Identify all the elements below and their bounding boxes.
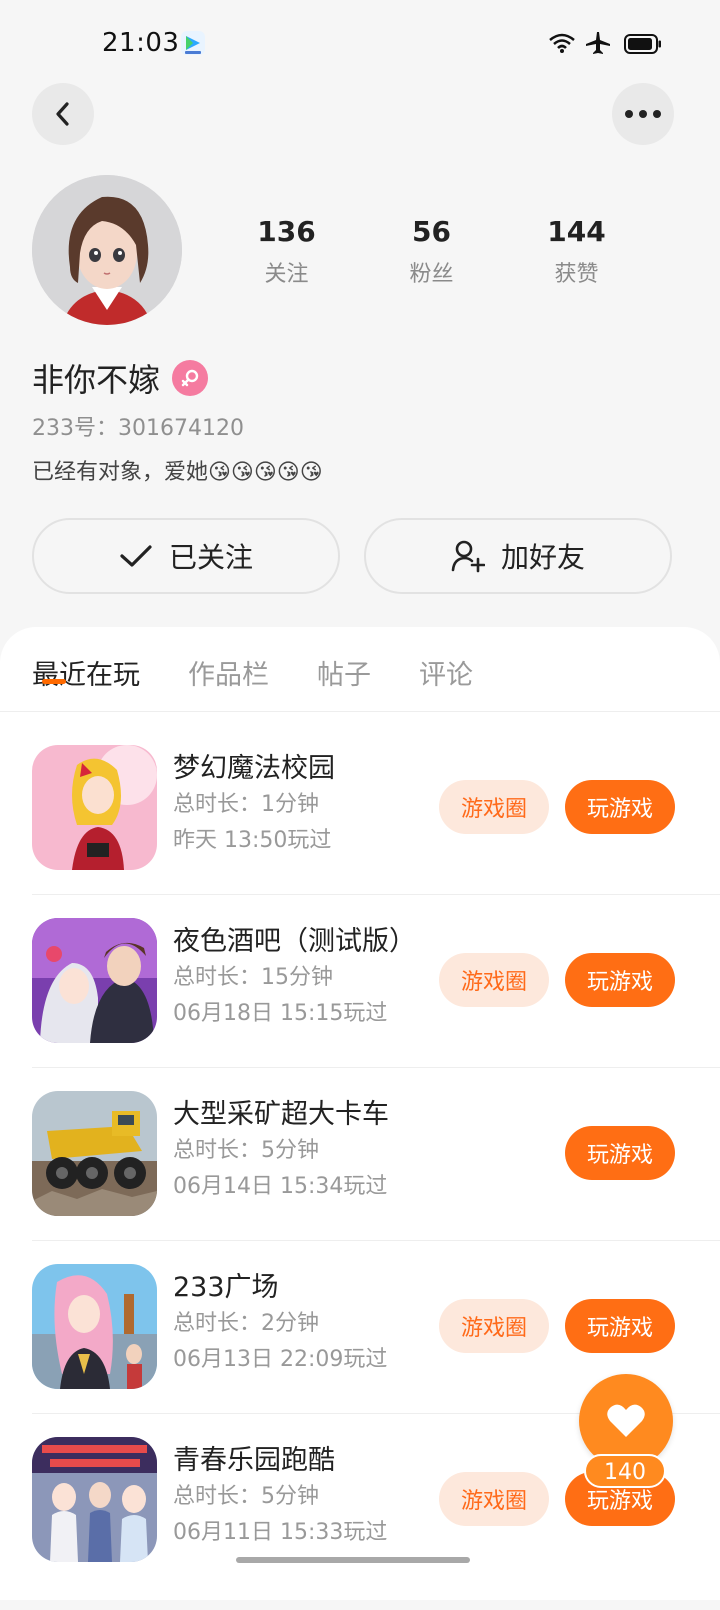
list-item[interactable]: 梦幻魔法校园 总时长：1分钟 昨天 13:50玩过 游戏圈 玩游戏 bbox=[0, 745, 720, 918]
profile-stats: 136 关注 56 粉丝 144 获赞 bbox=[214, 214, 654, 288]
game-last-played: 06月14日 15:34玩过 bbox=[173, 1174, 388, 1199]
status-time: 21:03 bbox=[102, 28, 180, 58]
play-game-button[interactable]: 玩游戏 bbox=[565, 1299, 675, 1353]
stat-value: 56 bbox=[412, 215, 451, 248]
chevron-left-icon bbox=[56, 102, 69, 126]
game-last-played: 昨天 13:50玩过 bbox=[173, 828, 332, 853]
game-duration: 总时长：2分钟 bbox=[173, 1311, 319, 1336]
user-id: 233号：301674120 bbox=[32, 416, 244, 441]
add-friend-button-label: 加好友 bbox=[500, 541, 585, 574]
stat-following[interactable]: 136 关注 bbox=[214, 214, 359, 288]
tab-posts[interactable]: 帖子 bbox=[317, 653, 371, 692]
divider bbox=[32, 894, 720, 895]
game-icon bbox=[32, 1437, 157, 1562]
game-duration: 总时长：5分钟 bbox=[173, 1138, 319, 1163]
avatar-image bbox=[32, 175, 182, 325]
user-bio: 已经有对象，爱她😘😘😘😘😘 bbox=[32, 460, 323, 485]
game-duration: 总时长：15分钟 bbox=[173, 965, 333, 990]
tab-comments[interactable]: 评论 bbox=[419, 653, 473, 692]
heart-icon bbox=[607, 1404, 645, 1437]
more-dots-icon bbox=[625, 110, 661, 118]
game-title: 夜色酒吧（测试版） bbox=[173, 926, 416, 957]
game-title: 大型采矿超大卡车 bbox=[173, 1099, 389, 1130]
username: 非你不嫁 bbox=[32, 361, 161, 399]
play-game-button[interactable]: 玩游戏 bbox=[565, 1126, 675, 1180]
divider bbox=[32, 1067, 720, 1068]
game-info: 大型采矿超大卡车 总时长：5分钟 06月14日 15:34玩过 bbox=[173, 1097, 389, 1205]
battery-icon bbox=[624, 34, 661, 54]
divider bbox=[32, 1240, 720, 1241]
checkmark-icon bbox=[120, 545, 152, 567]
game-info: 梦幻魔法校园 总时长：1分钟 昨天 13:50玩过 bbox=[173, 751, 335, 859]
profile-tabs: 最近在玩 作品栏 帖子 评论 bbox=[32, 653, 521, 692]
play-game-button[interactable]: 玩游戏 bbox=[565, 953, 675, 1007]
game-circle-button[interactable]: 游戏圈 bbox=[439, 1472, 549, 1526]
add-friend-button[interactable]: 加好友 bbox=[364, 518, 672, 594]
list-item[interactable]: 大型采矿超大卡车 总时长：5分钟 06月14日 15:34玩过 玩游戏 bbox=[0, 1091, 720, 1264]
game-info: 青春乐园跑酷 总时长：5分钟 06月11日 15:33玩过 bbox=[173, 1443, 387, 1551]
stat-value: 144 bbox=[547, 215, 606, 248]
like-count-badge: 140 bbox=[584, 1454, 666, 1488]
game-icon bbox=[32, 918, 157, 1043]
game-title: 梦幻魔法校园 bbox=[173, 753, 335, 784]
game-last-played: 06月11日 15:33玩过 bbox=[173, 1520, 388, 1545]
game-icon bbox=[32, 1264, 157, 1389]
divider bbox=[0, 711, 720, 712]
airplane-mode-icon bbox=[586, 32, 610, 54]
play-game-button[interactable]: 玩游戏 bbox=[565, 780, 675, 834]
game-info: 233广场 总时长：2分钟 06月13日 22:09玩过 bbox=[173, 1270, 387, 1378]
stat-fans[interactable]: 56 粉丝 bbox=[359, 214, 504, 288]
username-row: 非你不嫁 bbox=[32, 355, 209, 401]
game-circle-button[interactable]: 游戏圈 bbox=[439, 780, 549, 834]
active-tab-indicator bbox=[42, 679, 66, 684]
game-title: 青春乐园跑酷 bbox=[173, 1445, 335, 1476]
wifi-icon bbox=[549, 33, 575, 53]
female-gender-icon bbox=[172, 360, 209, 396]
stat-value: 136 bbox=[257, 215, 316, 248]
game-duration: 总时长：5分钟 bbox=[173, 1484, 319, 1509]
game-circle-button[interactable]: 游戏圈 bbox=[439, 1299, 549, 1353]
game-icon bbox=[32, 745, 157, 870]
back-button[interactable] bbox=[32, 83, 94, 145]
stat-likes[interactable]: 144 获赞 bbox=[504, 214, 649, 288]
tab-recently-played[interactable]: 最近在玩 bbox=[32, 653, 140, 692]
followed-button[interactable]: 已关注 bbox=[32, 518, 340, 594]
avatar[interactable] bbox=[32, 175, 182, 325]
status-bar: 21:03 bbox=[0, 0, 720, 80]
stat-label: 关注 bbox=[264, 262, 309, 287]
game-last-played: 06月13日 22:09玩过 bbox=[173, 1347, 388, 1372]
add-user-icon bbox=[451, 540, 485, 573]
list-item[interactable]: 夜色酒吧（测试版） 总时长：15分钟 06月18日 15:15玩过 游戏圈 玩游… bbox=[0, 918, 720, 1091]
stat-label: 获赞 bbox=[554, 262, 599, 287]
game-duration: 总时长：1分钟 bbox=[173, 792, 319, 817]
more-options-button[interactable] bbox=[612, 83, 674, 145]
home-indicator[interactable] bbox=[236, 1557, 470, 1563]
tab-works[interactable]: 作品栏 bbox=[188, 653, 269, 692]
stat-label: 粉丝 bbox=[409, 262, 454, 287]
followed-button-label: 已关注 bbox=[168, 541, 253, 574]
game-last-played: 06月18日 15:15玩过 bbox=[173, 1001, 388, 1026]
game-circle-button[interactable]: 游戏圈 bbox=[439, 953, 549, 1007]
game-info: 夜色酒吧（测试版） 总时长：15分钟 06月18日 15:15玩过 bbox=[173, 924, 416, 1032]
video-app-icon bbox=[181, 31, 205, 55]
game-icon bbox=[32, 1091, 157, 1216]
game-title: 233广场 bbox=[173, 1272, 279, 1303]
